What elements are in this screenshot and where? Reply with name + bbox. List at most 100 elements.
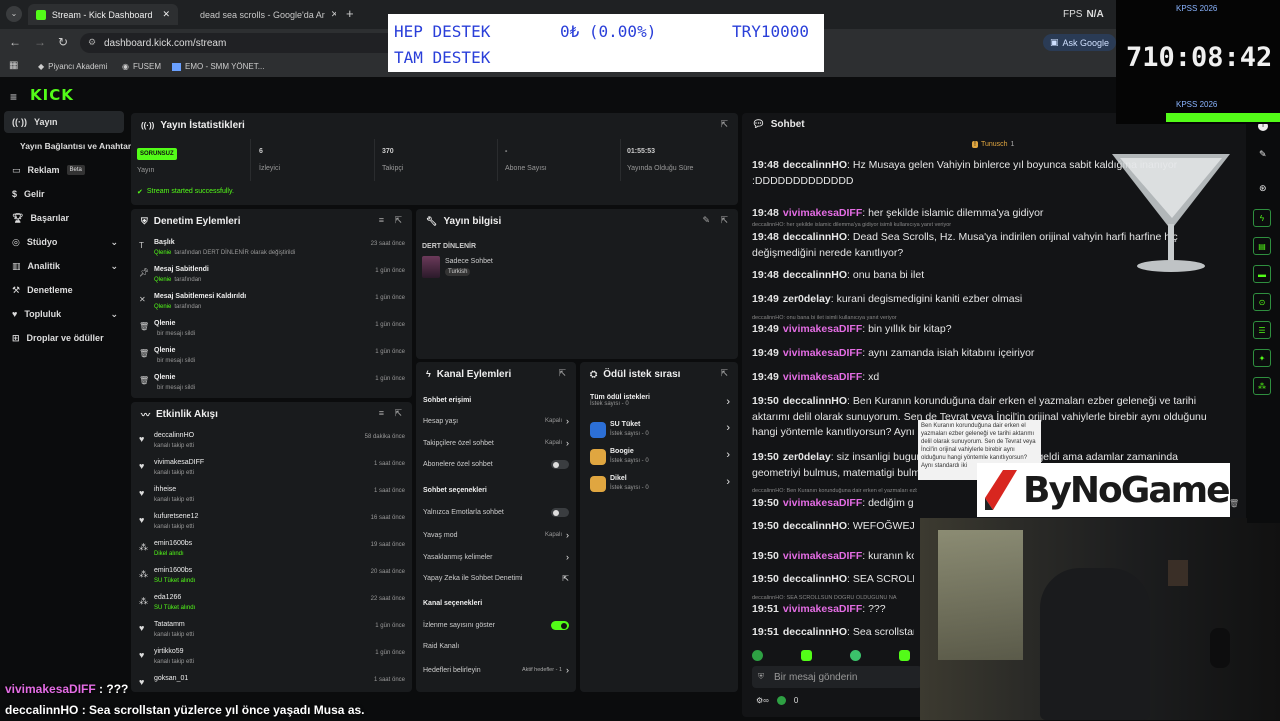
apps-icon[interactable]: ▦ <box>9 60 18 71</box>
trash-icon[interactable]: 🗑︎ <box>1229 499 1239 508</box>
chat-username[interactable]: deccalinnHO <box>783 395 847 407</box>
reward-row[interactable]: Dikel İstek sayısı - 0 › <box>590 474 730 498</box>
goals-setting[interactable]: Hedefleri belirleyin Aktif hedefler - 1 › <box>423 665 569 675</box>
new-tab-button[interactable]: + <box>346 6 354 21</box>
sidebar-item-yayin[interactable]: ((·)) Yayın <box>4 111 124 133</box>
all-rewards-row[interactable]: Tüm ödül istekleri İstek sayısı - 0 › <box>590 394 730 408</box>
settings-icon[interactable]: ⚙∞ <box>756 696 769 705</box>
chat-username[interactable]: zer0delay <box>783 451 831 463</box>
chat-message[interactable]: 19:50vivimakesaDIFF: kuranın koru <box>752 549 914 565</box>
menu-icon[interactable]: ≡ <box>10 90 17 104</box>
filter-icon[interactable]: ≡ <box>379 215 384 225</box>
kick-logo[interactable]: KICK <box>30 86 74 104</box>
chat-username[interactable]: vivimakesaDIFF <box>783 207 862 219</box>
edit-icon[interactable]: ✎ <box>702 215 710 226</box>
trash-icon: 🗑︎ <box>139 349 150 358</box>
filter-icon[interactable]: ≡ <box>379 408 384 418</box>
sidebar-item-analitik[interactable]: ▥ Analitik ⌄ <box>4 255 124 277</box>
sidebar-item-denetleme[interactable]: ⚒ Denetleme <box>4 279 124 301</box>
chat-message[interactable]: 19:50vivimakesaDIFF: dediğim gibi hocam … <box>752 496 914 512</box>
emote-icon[interactable] <box>899 650 910 661</box>
target-icon[interactable]: ⊛ <box>1259 183 1267 194</box>
chat-message[interactable]: 19:49 vivimakesaDIFF: aynı zamanda isiah … <box>752 346 1212 362</box>
slow-mode-setting[interactable]: Yavaş mod Kapalı › <box>423 530 569 540</box>
sidebar-item-basarilar[interactable]: 🏆︎ Başarılar <box>4 207 124 229</box>
reward-row[interactable]: SU Tüket İstek sayısı - 0 › <box>590 420 730 444</box>
ai-moderation-setting[interactable]: Yapay Zeka ile Sohbet Denetimi ⇱ <box>423 574 569 583</box>
google-lens-icon: ▣ <box>1050 37 1059 47</box>
sidebar-item-studyo[interactable]: ◎ Stüdyo ⌄ <box>4 231 124 253</box>
chat-username[interactable]: deccalinnHO <box>783 231 847 243</box>
bookmark-item[interactable]: ◆ Piyancı Akademi <box>38 62 107 71</box>
forward-icon[interactable]: → <box>34 35 46 49</box>
chevron-right-icon: › <box>726 422 730 434</box>
chat-username[interactable]: vivimakesaDIFF <box>783 550 862 562</box>
emote-only-toggle[interactable] <box>551 508 569 517</box>
tool-note-icon[interactable]: ▤ <box>1253 237 1271 255</box>
ask-google-button[interactable]: ▣ Ask Google <box>1043 34 1117 51</box>
tool-lightning-icon[interactable]: ϟ <box>1253 209 1271 227</box>
followers-only-setting[interactable]: Takipçilere özel sohbet Kapalı › <box>423 438 569 448</box>
reload-icon[interactable]: ↻ <box>58 35 68 49</box>
site-info-icon[interactable]: ⚙ <box>88 37 96 48</box>
chat-message[interactable]: 19:50deccalinnHO: SEA SCROLLSU <box>752 572 914 588</box>
chat-message[interactable]: 19:50deccalinnHO: WEFOĞWEJGW <box>752 519 914 535</box>
tool-list-icon[interactable]: ☰ <box>1253 321 1271 339</box>
sidebar-item-topluluk[interactable]: ♥ Topluluk ⌄ <box>4 303 124 325</box>
tab-list-button[interactable]: ⌄ <box>6 6 22 22</box>
back-icon[interactable]: ← <box>9 35 21 49</box>
chat-username[interactable]: vivimakesaDIFF <box>783 497 862 509</box>
chat-username[interactable]: vivimakesaDIFF <box>783 603 862 615</box>
chat-username[interactable]: deccalinnHO <box>783 269 847 281</box>
chat-message[interactable]: 19:49 zer0delay: kurani degismedigini kan… <box>752 292 1212 308</box>
popout-icon[interactable]: ⇱ <box>720 119 728 130</box>
emote-icon[interactable] <box>752 650 763 661</box>
chat-username[interactable]: deccalinnHO <box>783 159 847 171</box>
chat-input[interactable]: ⛨ Bir mesaj gönderin <box>752 666 922 688</box>
chat-message[interactable]: 19:49 vivimakesaDIFF: bin yıllık bir kita… <box>752 322 1212 338</box>
chat-message[interactable]: 19:49 vivimakesaDIFF: xd <box>752 370 1212 386</box>
chat-bubble-icon: 💬︎ <box>752 119 765 130</box>
success-row: ✔ Stream started successfully. <box>137 188 234 196</box>
sidebar-item-droplar[interactable]: ⊞ Droplar ve ödüller <box>4 327 124 349</box>
chat-username[interactable]: zer0delay <box>783 293 831 305</box>
popout-icon[interactable]: ⇱ <box>720 368 728 379</box>
chat-username[interactable]: vivimakesaDIFF <box>783 371 862 383</box>
close-icon[interactable]: ✕ <box>152 9 170 20</box>
raid-setting[interactable]: Raid Kanalı <box>423 643 569 650</box>
tool-gift-icon[interactable]: ⁂ <box>1253 377 1271 395</box>
right-tools: i ✎ ⊛ <box>1247 113 1280 523</box>
crown-icon: ! <box>972 141 978 148</box>
bookmark-item[interactable]: ◉ FUSEM <box>122 62 161 71</box>
bookmark-item[interactable]: EMO - SMM YÖNET... <box>172 62 264 71</box>
chat-username[interactable]: deccalinnHO <box>783 573 847 585</box>
account-age-setting[interactable]: Hesap yaşı Kapalı › <box>423 416 569 426</box>
chat-message[interactable]: 19:51 vivimakesaDIFF: ??? <box>752 602 914 618</box>
popout-icon[interactable]: ⇱ <box>394 215 402 226</box>
sidebar-item-stream-key[interactable]: Yayın Bağlantısı ve Anahtarı <box>4 135 134 157</box>
sidebar-item-gelir[interactable]: $ Gelir <box>4 183 124 205</box>
reward-row[interactable]: Boogie İstek sayısı - 0 › <box>590 447 730 471</box>
popout-icon[interactable]: ⇱ <box>720 215 728 226</box>
chat-username[interactable]: vivimakesaDIFF <box>783 347 862 359</box>
popout-icon[interactable]: ⇱ <box>394 408 402 419</box>
popout-icon[interactable]: ⇱ <box>558 368 566 379</box>
pen-icon[interactable]: ✎ <box>1259 149 1267 160</box>
tool-wrench-icon[interactable]: ✦ <box>1253 349 1271 367</box>
chat-username[interactable]: vivimakesaDIFF <box>783 323 862 335</box>
chat-message[interactable]: 19:51deccalinnHO: Sea scrollstan y <box>752 625 914 641</box>
sidebar-item-reklam[interactable]: ▭ Reklam Beta <box>4 159 124 181</box>
emote-icon[interactable] <box>801 650 812 661</box>
close-icon[interactable]: ✕ <box>331 9 336 20</box>
emote-icon[interactable] <box>850 650 861 661</box>
activity-row: ⁂ emin1600bs Dikel alındı 19 saat önce <box>139 540 405 557</box>
subs-only-toggle[interactable] <box>551 460 569 469</box>
tool-broadcast-icon[interactable]: ⊙ <box>1253 293 1271 311</box>
chat-username[interactable]: deccalinnHO <box>783 520 847 532</box>
tab-kick-dashboard[interactable]: Stream - Kick Dashboard ✕ <box>28 4 178 25</box>
tab-google-search[interactable]: dead sea scrolls - Google'da Ar ✕ <box>186 4 336 25</box>
view-count-toggle[interactable] <box>551 621 569 630</box>
tool-chat-icon[interactable]: ▬ <box>1253 265 1271 283</box>
chat-username[interactable]: deccalinnHO <box>783 626 847 638</box>
banned-words-setting[interactable]: Yasaklanmış kelimeler › <box>423 552 569 562</box>
